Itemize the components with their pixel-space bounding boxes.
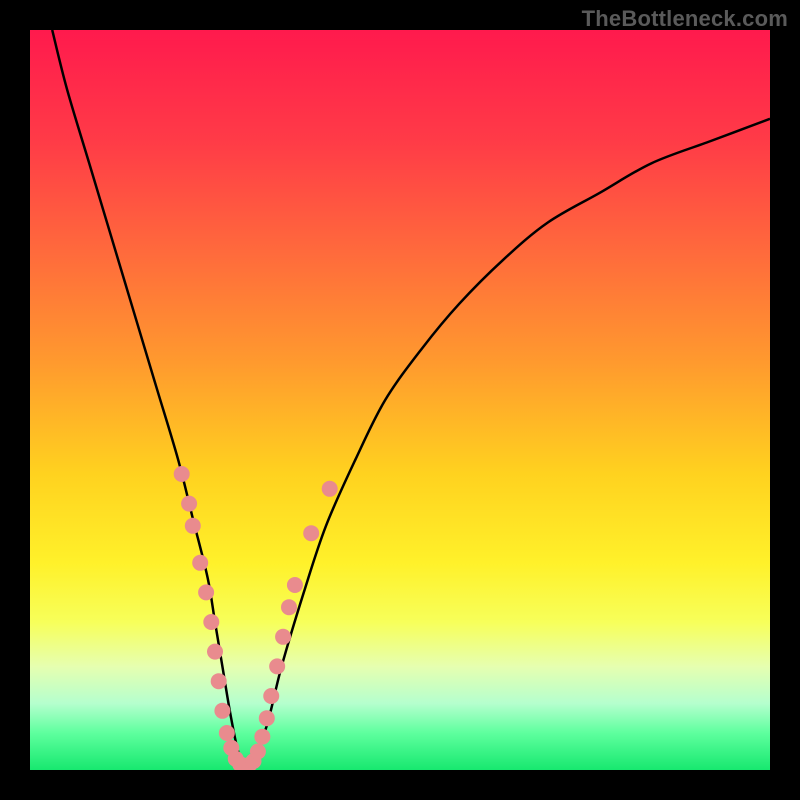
watermark-text: TheBottleneck.com bbox=[582, 6, 788, 32]
plot-area bbox=[30, 30, 770, 770]
chart-frame: TheBottleneck.com bbox=[0, 0, 800, 800]
sample-marker bbox=[254, 729, 270, 745]
sample-marker bbox=[287, 577, 303, 593]
sample-marker bbox=[185, 518, 201, 534]
bottleneck-curve bbox=[52, 30, 770, 770]
sample-marker bbox=[214, 703, 230, 719]
sample-marker bbox=[174, 466, 190, 482]
sample-marker bbox=[219, 725, 235, 741]
sample-marker bbox=[192, 555, 208, 571]
sample-marker bbox=[181, 496, 197, 512]
sample-marker bbox=[198, 584, 214, 600]
sample-marker bbox=[259, 710, 275, 726]
sample-marker bbox=[263, 688, 279, 704]
sample-marker bbox=[207, 644, 223, 660]
marker-group bbox=[174, 466, 338, 770]
sample-marker bbox=[269, 658, 285, 674]
sample-marker bbox=[275, 629, 291, 645]
sample-marker bbox=[203, 614, 219, 630]
chart-svg bbox=[30, 30, 770, 770]
sample-marker bbox=[250, 744, 266, 760]
sample-marker bbox=[303, 525, 319, 541]
sample-marker bbox=[322, 481, 338, 497]
sample-marker bbox=[211, 673, 227, 689]
sample-marker bbox=[281, 599, 297, 615]
